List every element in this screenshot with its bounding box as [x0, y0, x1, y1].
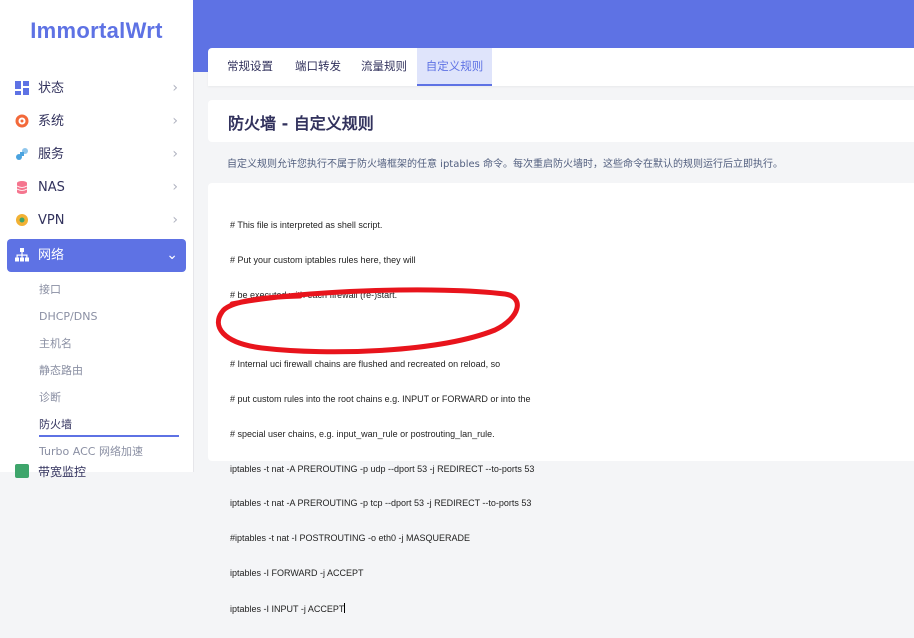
chevron-right-icon: › — [172, 212, 178, 228]
submenu-item-turbo-acc[interactable]: Turbo ACC 网络加速 — [0, 438, 193, 465]
text-caret — [344, 602, 346, 613]
submenu-item-hostnames[interactable]: 主机名 — [0, 330, 193, 357]
sidebar-item-system[interactable]: 系统 › — [0, 105, 193, 138]
script-line: # put custom rules into the root chains … — [230, 394, 531, 405]
tab-general-settings[interactable]: 常规设置 — [220, 48, 280, 86]
sidebar-item-label: 系统 — [38, 114, 65, 129]
script-line: # Put your custom iptables rules here, t… — [230, 254, 416, 265]
sidebar-item-services[interactable]: 服务 › — [0, 138, 193, 171]
page-description: 自定义规则允许您执行不属于防火墙框架的任意 iptables 命令。每次重启防火… — [227, 159, 784, 170]
chevron-down-icon: ⌄ — [166, 247, 178, 263]
database-icon — [16, 181, 28, 194]
sidebar-item-nas[interactable]: NAS › — [0, 171, 193, 204]
script-line: # special user chains, e.g. input_wan_ru… — [230, 428, 495, 439]
script-line: iptables -t nat -A PREROUTING -p tcp --d… — [230, 498, 532, 509]
tab-port-forwards[interactable]: 端口转发 — [288, 48, 348, 86]
sidebar-item-label: NAS — [38, 180, 65, 195]
page-title: 防火墙 - 自定义规则 — [228, 114, 374, 133]
submenu-item-firewall[interactable]: 防火墙 — [0, 411, 193, 438]
custom-rules-textarea[interactable]: # This file is interpreted as shell scri… — [208, 183, 914, 614]
sidebar-menu: 状态 › 系统 › 服务 › NAS › VPN › 网络 ⌄ 接口 DHCP/… — [0, 72, 193, 465]
script-line: iptables -I FORWARD -j ACCEPT — [230, 568, 364, 578]
chevron-right-icon: › — [172, 113, 178, 129]
sidebar: ImmortalWrt 状态 › 系统 › 服务 › NAS › VPN › 网… — [0, 0, 194, 479]
script-line: # be executed with each firewall (re-)st… — [230, 289, 398, 300]
submenu-item-diagnostics[interactable]: 诊断 — [0, 384, 193, 411]
shield-icon — [16, 214, 28, 226]
dashboard-icon — [15, 81, 29, 95]
chevron-right-icon: › — [172, 80, 178, 96]
sidebar-item-label: 状态 — [38, 81, 65, 96]
script-line: # Internal uci firewall chains are flush… — [230, 359, 501, 370]
tab-bar: 常规设置 端口转发 流量规则 自定义规则 — [208, 48, 914, 86]
script-line: #iptables -t nat -I POSTROUTING -o eth0 … — [230, 533, 471, 544]
sidebar-item-label: VPN — [38, 213, 65, 228]
puzzle-icon — [16, 148, 28, 160]
submenu-item-static-routes[interactable]: 静态路由 — [0, 357, 193, 384]
logo[interactable]: ImmortalWrt — [0, 18, 193, 44]
network-submenu: 接口 DHCP/DNS 主机名 静态路由 诊断 防火墙 Turbo ACC 网络… — [0, 276, 193, 465]
script-line — [230, 325, 534, 337]
chevron-right-icon: › — [172, 179, 178, 195]
script-line: iptables -t nat -A PREROUTING -p udp --d… — [230, 463, 535, 474]
bandwidth-icon — [15, 464, 29, 478]
tab-custom-rules[interactable]: 自定义规则 — [417, 48, 492, 86]
tab-traffic-rules[interactable]: 流量规则 — [354, 48, 414, 86]
submenu-item-dhcp-dns[interactable]: DHCP/DNS — [0, 303, 193, 330]
sidebar-item-label: 网络 — [38, 248, 65, 263]
chevron-right-icon: › — [172, 146, 178, 162]
sidebar-item-network[interactable]: 网络 ⌄ — [7, 239, 186, 272]
network-icon — [15, 248, 29, 262]
sidebar-item-label: 服务 — [38, 147, 65, 162]
script-line-text: iptables -I INPUT -j ACCEPT — [230, 603, 345, 614]
script-line: # This file is interpreted as shell scri… — [230, 220, 383, 231]
title-card: 防火墙 - 自定义规则 — [208, 100, 914, 142]
submenu-item-interfaces[interactable]: 接口 — [0, 276, 193, 303]
sidebar-item-vpn[interactable]: VPN › — [0, 204, 193, 237]
sidebar-item-status[interactable]: 状态 › — [0, 72, 193, 105]
script-line-last: iptables -I INPUT -j ACCEPT — [230, 602, 534, 615]
script-content[interactable]: # This file is interpreted as shell scri… — [230, 197, 534, 638]
gear-icon — [15, 114, 29, 128]
